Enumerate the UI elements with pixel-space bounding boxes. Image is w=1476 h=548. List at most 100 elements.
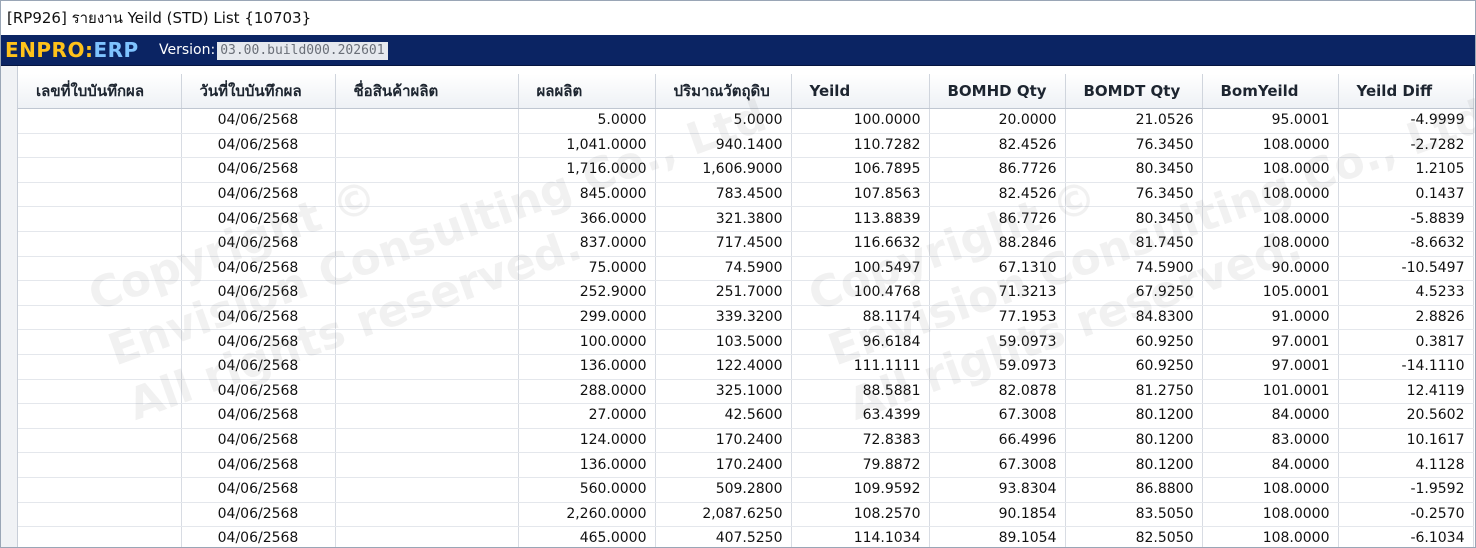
table-cell: 59.0973 xyxy=(929,354,1066,380)
table-cell: 2,260.0000 xyxy=(518,502,656,528)
table-row[interactable]: 04/06/2568 1,041.0000 940.1400 110.7282 82.4… xyxy=(18,133,1474,159)
column-header[interactable]: BOMHD Qty xyxy=(929,74,1066,109)
table-cell xyxy=(18,502,182,528)
table-cell: 04/06/2568 xyxy=(181,379,336,405)
table-row[interactable]: 04/06/2568 299.0000 339.3200 88.1174 77.1953… xyxy=(18,305,1474,331)
table-row[interactable]: 04/06/2568 366.0000 321.3800 113.8839 86.772… xyxy=(18,206,1474,232)
version-label: Version: xyxy=(159,42,216,58)
table-cell: 108.0000 xyxy=(1202,231,1339,257)
table-cell: 84.0000 xyxy=(1202,452,1339,478)
table-row[interactable]: 04/06/2568 560.0000 509.2800 109.9592 93.830… xyxy=(18,477,1474,503)
column-header[interactable]: BomYeild xyxy=(1202,74,1339,109)
table-cell: -14.1110 xyxy=(1338,354,1474,380)
table-cell xyxy=(335,502,519,528)
table-cell: 71.3213 xyxy=(929,280,1066,306)
table-cell: 108.0000 xyxy=(1202,182,1339,208)
table-cell xyxy=(335,477,519,503)
table-cell: 124.0000 xyxy=(518,428,656,454)
table-cell: 106.7895 xyxy=(791,157,930,183)
yield-table: เลขที่ใบบันทึกผล วันที่ใบบันทึกผล ชื่อสินค… xyxy=(18,74,1474,547)
table-cell xyxy=(18,379,182,405)
table-cell: 113.8839 xyxy=(791,206,930,232)
column-header[interactable]: BOMDT Qty xyxy=(1065,74,1203,109)
table-row[interactable]: 04/06/2568 837.0000 717.4500 116.6632 88.284… xyxy=(18,231,1474,257)
table-row[interactable]: 04/06/2568 465.0000 407.5250 114.1034 89.105… xyxy=(18,526,1474,547)
table-cell: 321.3800 xyxy=(655,206,792,232)
table-cell: 74.5900 xyxy=(655,256,792,282)
table-cell: 04/06/2568 xyxy=(181,256,336,282)
table-cell: 93.8304 xyxy=(929,477,1066,503)
table-cell: 83.0000 xyxy=(1202,428,1339,454)
app-header: ENPRO:ERP Version: 03.00.build000.202601 xyxy=(1,35,1475,66)
column-header[interactable]: วันที่ใบบันทึกผล xyxy=(181,74,336,109)
logo-part1: ENPRO xyxy=(5,38,85,62)
table-cell xyxy=(335,428,519,454)
column-header[interactable]: ผลผลิต xyxy=(518,74,656,109)
table-cell: 783.4500 xyxy=(655,182,792,208)
table-cell: 04/06/2568 xyxy=(181,428,336,454)
table-cell xyxy=(18,305,182,331)
table-row[interactable]: 04/06/2568 27.0000 42.5600 63.4399 67.3008 80… xyxy=(18,403,1474,429)
column-header[interactable]: Yeild Diff xyxy=(1338,74,1474,109)
logo-part2: ERP xyxy=(93,38,139,62)
table-cell xyxy=(335,108,519,134)
table-cell: 325.1000 xyxy=(655,379,792,405)
column-header[interactable]: Yeild xyxy=(791,74,930,109)
table-cell: 60.9250 xyxy=(1065,354,1203,380)
table-row[interactable]: 04/06/2568 1,716.0000 1,606.9000 106.7895 86… xyxy=(18,157,1474,183)
column-header[interactable]: เลขที่ใบบันทึกผล xyxy=(18,74,182,109)
table-cell: 110.7282 xyxy=(791,133,930,159)
table-cell: 4.5233 xyxy=(1338,280,1474,306)
report-grid[interactable]: เลขที่ใบบันทึกผล วันที่ใบบันทึกผล ชื่อสินค… xyxy=(1,66,1475,547)
table-cell: 75.0000 xyxy=(518,256,656,282)
table-cell: -8.6632 xyxy=(1338,231,1474,257)
table-cell: 80.1200 xyxy=(1065,428,1203,454)
table-cell: 90.0000 xyxy=(1202,256,1339,282)
table-cell: 27.0000 xyxy=(518,403,656,429)
table-cell: 04/06/2568 xyxy=(181,452,336,478)
table-cell: 107.8563 xyxy=(791,182,930,208)
table-row[interactable]: 04/06/2568 252.9000 251.7000 100.4768 71.321… xyxy=(18,280,1474,306)
table-row[interactable]: 04/06/2568 288.0000 325.1000 88.5881 82.0878… xyxy=(18,379,1474,405)
table-cell xyxy=(335,157,519,183)
table-cell xyxy=(18,108,182,134)
table-cell: 59.0973 xyxy=(929,329,1066,355)
column-header[interactable]: ปริมาณวัตถุดิบ xyxy=(655,74,792,109)
table-cell xyxy=(18,157,182,183)
table-cell: 845.0000 xyxy=(518,182,656,208)
table-row[interactable]: 04/06/2568 5.0000 5.0000 100.0000 20.0000 21.… xyxy=(18,108,1474,134)
table-cell: 170.2400 xyxy=(655,452,792,478)
table-cell: 82.5050 xyxy=(1065,526,1203,547)
table-cell: 560.0000 xyxy=(518,477,656,503)
table-cell: 04/06/2568 xyxy=(181,477,336,503)
table-cell: 252.9000 xyxy=(518,280,656,306)
table-row[interactable]: 04/06/2568 75.0000 74.5900 100.5497 67.1310 7… xyxy=(18,256,1474,282)
table-cell: 80.1200 xyxy=(1065,403,1203,429)
table-cell: 116.6632 xyxy=(791,231,930,257)
table-cell: 108.0000 xyxy=(1202,477,1339,503)
table-cell: 04/06/2568 xyxy=(181,108,336,134)
version-info: Version: 03.00.build000.202601 xyxy=(159,40,388,60)
table-cell: 21.0526 xyxy=(1065,108,1203,134)
table-cell: 67.1310 xyxy=(929,256,1066,282)
table-cell: 97.0001 xyxy=(1202,354,1339,380)
column-header[interactable]: ชื่อสินค้าผลิต xyxy=(335,74,519,109)
table-cell xyxy=(18,133,182,159)
table-row[interactable]: 04/06/2568 136.0000 122.4000 111.1111 59.097… xyxy=(18,354,1474,380)
table-cell: 339.3200 xyxy=(655,305,792,331)
table-cell: 67.3008 xyxy=(929,403,1066,429)
table-cell xyxy=(335,280,519,306)
table-cell: 136.0000 xyxy=(518,354,656,380)
table-cell: 100.5497 xyxy=(791,256,930,282)
table-cell xyxy=(335,354,519,380)
table-cell: 76.3450 xyxy=(1065,182,1203,208)
table-row[interactable]: 04/06/2568 100.0000 103.5000 96.6184 59.0973… xyxy=(18,329,1474,355)
table-cell: 97.0001 xyxy=(1202,329,1339,355)
table-cell: 12.4119 xyxy=(1338,379,1474,405)
table-cell: 72.8383 xyxy=(791,428,930,454)
table-cell: 20.0000 xyxy=(929,108,1066,134)
table-row[interactable]: 04/06/2568 136.0000 170.2400 79.8872 67.3008… xyxy=(18,452,1474,478)
table-row[interactable]: 04/06/2568 2,260.0000 2,087.6250 108.2570 90… xyxy=(18,502,1474,528)
table-row[interactable]: 04/06/2568 845.0000 783.4500 107.8563 82.452… xyxy=(18,182,1474,208)
table-row[interactable]: 04/06/2568 124.0000 170.2400 72.8383 66.4996… xyxy=(18,428,1474,454)
